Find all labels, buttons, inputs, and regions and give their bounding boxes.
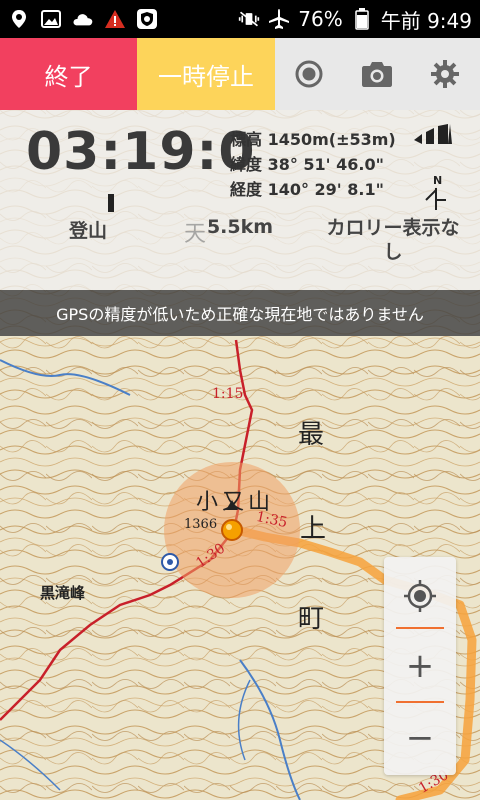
record-icon (295, 60, 323, 88)
pause-button[interactable]: 一時停止 (137, 38, 275, 110)
gps-accuracy-warning: GPSの精度が低いため正確な現在地ではありません (0, 290, 480, 336)
warning-app-icon (104, 8, 126, 30)
map-label-place: 黒滝峰 (40, 584, 86, 602)
divider (396, 627, 444, 629)
image-icon (40, 8, 62, 30)
svg-text:N: N (433, 174, 442, 187)
divider (396, 701, 444, 703)
map-label-time-1: 1:15 (212, 386, 244, 402)
tracking-info-panel: 03:19:0 標高 1450m(±53m) 緯度 38° 51' 46.0" … (0, 110, 480, 290)
airplane-mode-icon (268, 8, 290, 30)
end-button[interactable]: 終了 (0, 38, 137, 110)
map-controls: + − (384, 557, 456, 775)
camera-icon (362, 62, 392, 87)
map-pin-icon (161, 553, 179, 571)
toolbar: 終了 一時停止 (0, 38, 480, 110)
map-label-sky: 天 (184, 222, 207, 247)
map-label-town-1: 最 (298, 420, 325, 450)
zoom-in-button[interactable]: + (384, 637, 456, 695)
shield-app-icon (136, 8, 158, 30)
settings-button[interactable] (411, 38, 479, 110)
compass-icon: N (412, 122, 462, 212)
elapsed-timer: 03:19:0 (26, 122, 256, 182)
camera-button[interactable] (343, 38, 411, 110)
battery-percentage: 76% (298, 7, 343, 31)
timer-cursor (108, 194, 114, 212)
map-label-peak-elevation: 1366 (184, 517, 218, 532)
activity-type: 登山 (68, 220, 107, 242)
vibrate-mute-icon (238, 8, 260, 30)
zoom-out-button[interactable]: − (384, 709, 456, 767)
record-button[interactable] (275, 38, 343, 110)
gear-icon (431, 60, 459, 88)
longitude-readout: 経度 140° 29' 8.1" (230, 180, 384, 199)
battery-icon (351, 8, 373, 30)
location-pin-icon (8, 8, 30, 30)
crosshair-icon (404, 580, 436, 612)
calorie-readout: カロリー表示なし (326, 217, 460, 263)
status-bar: 76% 午前 9:49 (0, 0, 480, 38)
clock: 午前 9:49 (380, 8, 472, 33)
cloud-icon (72, 8, 94, 30)
map-label-town-3: 町 (298, 604, 325, 634)
latitude-readout: 緯度 38° 51' 46.0" (230, 155, 384, 174)
map-label-town-2: 上 (300, 514, 327, 544)
my-location-button[interactable] (384, 571, 456, 621)
elevation-readout: 標高 1450m(±53m) (230, 130, 396, 149)
